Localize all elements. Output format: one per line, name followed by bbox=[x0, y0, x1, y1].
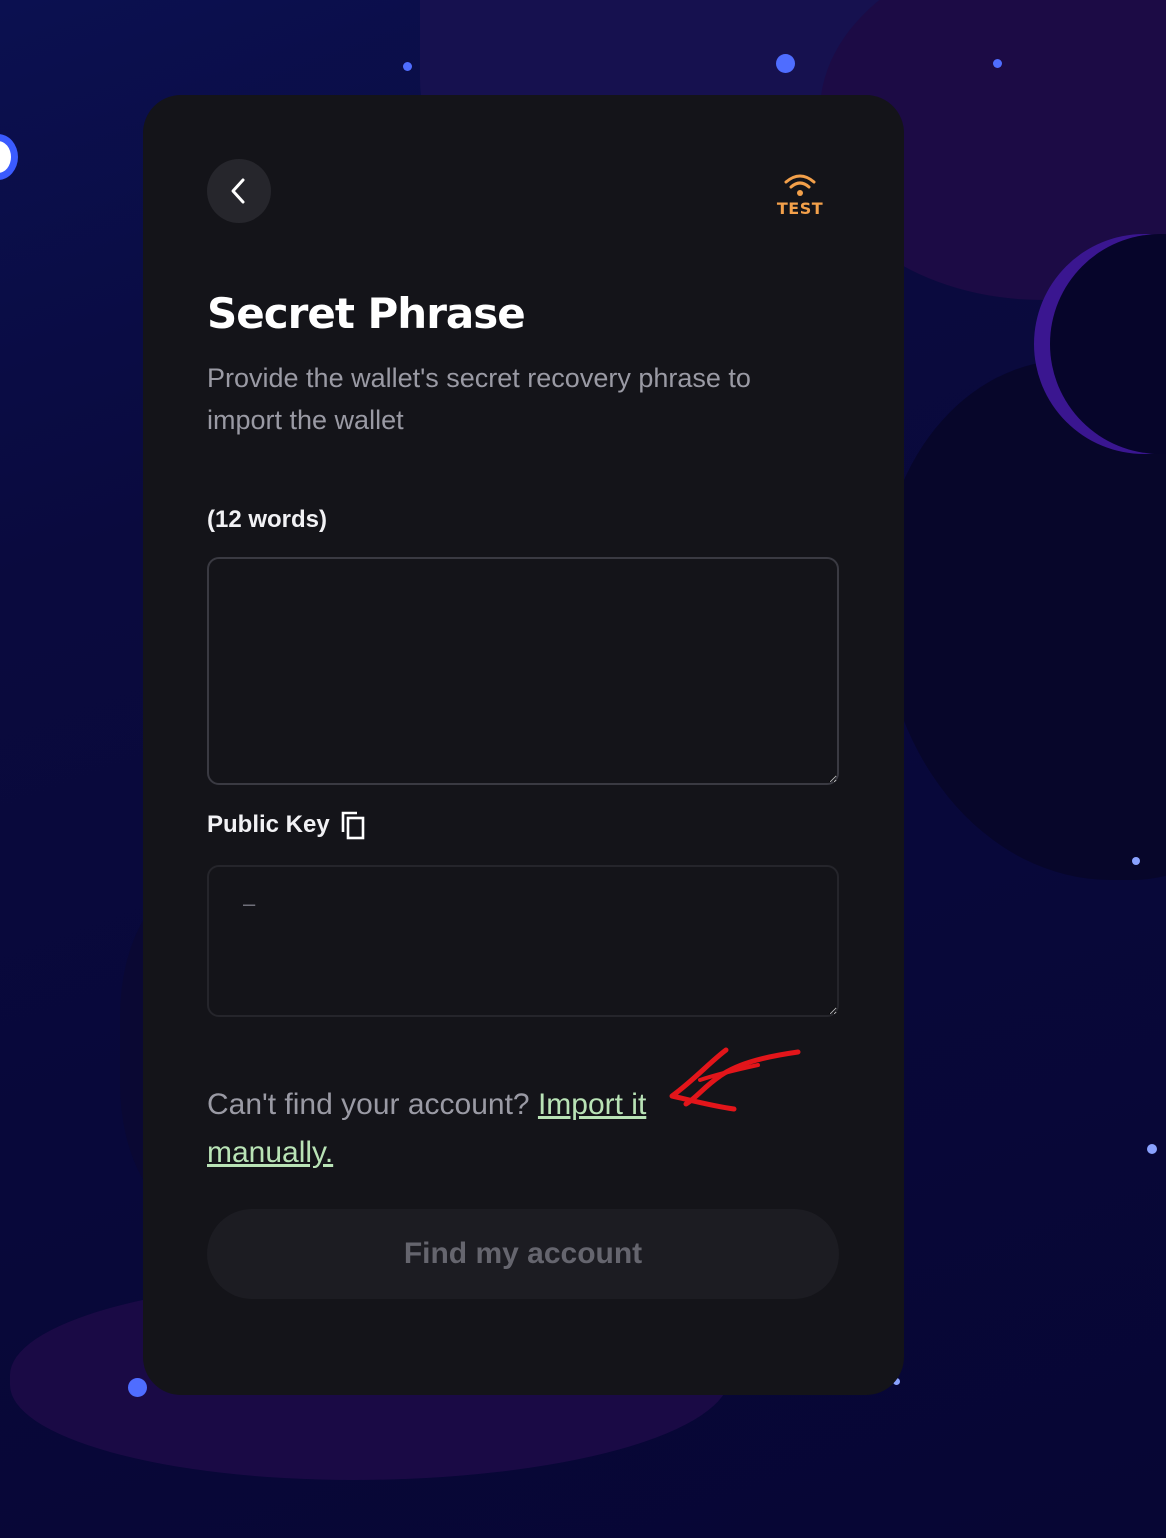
chevron-left-icon bbox=[231, 178, 245, 204]
wifi-icon bbox=[784, 174, 816, 196]
public-key-field[interactable]: – bbox=[207, 865, 839, 1017]
star-dot bbox=[776, 54, 795, 73]
network-label: TEST bbox=[776, 199, 824, 218]
page-subtitle: Provide the wallet's secret recovery phr… bbox=[207, 363, 751, 435]
star-dot bbox=[993, 59, 1002, 68]
back-button[interactable] bbox=[207, 159, 271, 223]
copy-icon bbox=[341, 811, 365, 840]
phrase-label: (12 words) bbox=[207, 506, 328, 533]
star-dot bbox=[1147, 1144, 1157, 1154]
star-dot bbox=[403, 62, 412, 71]
public-key-label: Public Key bbox=[207, 811, 330, 838]
network-indicator: TEST bbox=[767, 173, 833, 218]
star-dot bbox=[128, 1378, 147, 1397]
public-key-label-row: Public Key bbox=[207, 810, 366, 840]
secret-phrase-input[interactable] bbox=[207, 557, 839, 785]
background-planet bbox=[0, 134, 18, 180]
import-wallet-card: TEST Secret Phrase Provide the wallet's … bbox=[143, 95, 904, 1395]
page-title: Secret Phrase bbox=[207, 289, 526, 338]
import-manual-prompt: Can't find your account? Import it manua… bbox=[207, 1081, 767, 1177]
find-account-button[interactable]: Find my account bbox=[207, 1209, 839, 1299]
copy-button[interactable] bbox=[340, 810, 366, 840]
import-prompt-text: Can't find your account? bbox=[207, 1088, 538, 1121]
star-dot bbox=[1132, 857, 1140, 865]
